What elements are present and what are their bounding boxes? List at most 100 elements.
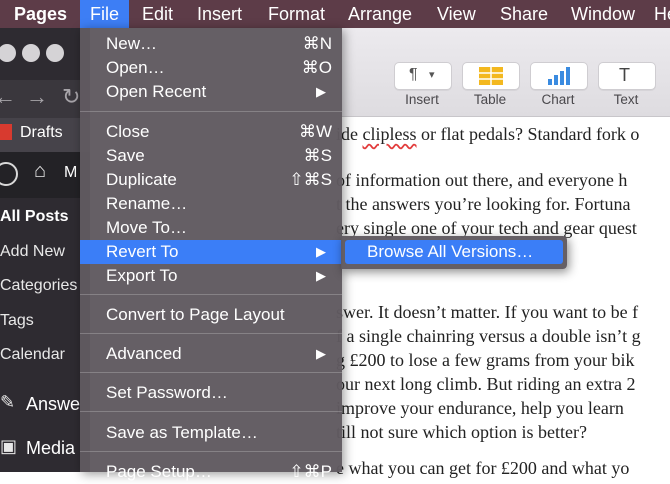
- menu-shortcut: ⌘W: [298, 122, 332, 141]
- table-icon: [479, 67, 503, 85]
- menu-item-save-as-template[interactable]: Save as Template…: [80, 421, 342, 445]
- doc-line: t the answers you’re looking for. Fortun…: [336, 194, 631, 214]
- pages-toolbar: ¶ ▾ Insert Table Chart T Text: [340, 28, 670, 117]
- submenu-arrow-icon: ▶: [316, 244, 326, 259]
- menu-window[interactable]: Window: [571, 3, 635, 25]
- insert-button[interactable]: ¶ ▾: [394, 62, 452, 90]
- chart-label: Chart: [541, 92, 575, 107]
- menu-shortcut: ⌘S: [303, 146, 332, 165]
- chart-icon: [548, 67, 570, 85]
- menu-shortcut: ⌘O: [301, 58, 332, 77]
- menu-item-advanced[interactable]: Advanced ▶: [80, 342, 342, 366]
- menu-item-move-to[interactable]: Move To…: [80, 216, 342, 240]
- sidebar-item-all-posts[interactable]: All Posts: [0, 208, 68, 226]
- doc-line: swer. It doesn’t matter. If you want to …: [336, 302, 639, 322]
- home-icon[interactable]: ⌂: [34, 160, 46, 183]
- menu-separator: [80, 411, 342, 412]
- doc-line: f a single chainring versus a double isn…: [336, 326, 641, 346]
- menu-item-label: Save as Template…: [106, 423, 258, 442]
- menu-item-label: Browse All Versions…: [367, 242, 534, 261]
- sidebar-item-media[interactable]: Media: [26, 438, 75, 459]
- menu-item-browse-all-versions[interactable]: Browse All Versions…: [345, 240, 563, 264]
- doc-line: improve your endurance, help you learn: [336, 398, 624, 418]
- doc-line: g £200 to lose a few grams from your bik: [336, 350, 635, 370]
- minimize-window-icon[interactable]: [22, 44, 40, 62]
- doc-line: till not sure which option is better?: [336, 422, 587, 442]
- sidebar-item-tags[interactable]: Tags: [0, 312, 34, 330]
- submenu-arrow-icon: ▶: [316, 84, 326, 99]
- menu-help[interactable]: He: [654, 3, 670, 25]
- menu-insert[interactable]: Insert: [197, 3, 242, 25]
- menu-item-page-setup[interactable]: Page Setup… ⇧⌘P: [80, 460, 342, 484]
- text-icon: T: [619, 65, 630, 85]
- menu-item-set-password[interactable]: Set Password…: [80, 381, 342, 405]
- sidebar-item-add-new[interactable]: Add New: [0, 243, 65, 261]
- misspelled-word[interactable]: clipless: [363, 124, 417, 144]
- insert-label: Insert: [405, 92, 439, 107]
- menu-item-label: Save: [106, 146, 145, 165]
- file-menu: New… ⌘N Open… ⌘O Open Recent ▶ Close ⌘W …: [80, 28, 342, 481]
- menu-item-revert-to[interactable]: Revert To ▶: [80, 240, 342, 264]
- menu-share[interactable]: Share: [500, 3, 548, 25]
- zoom-window-icon[interactable]: [46, 44, 64, 62]
- submenu-arrow-icon: ▶: [316, 268, 326, 283]
- menu-item-convert-page-layout[interactable]: Convert to Page Layout: [80, 303, 342, 327]
- menu-app-pages[interactable]: Pages: [14, 3, 67, 25]
- menu-item-save[interactable]: Save ⌘S: [80, 144, 342, 168]
- sidebar-item-calendar[interactable]: Calendar: [0, 346, 65, 364]
- menu-item-close[interactable]: Close ⌘W: [80, 120, 342, 144]
- media-icon: ▣: [0, 436, 18, 456]
- menu-item-new[interactable]: New… ⌘N: [80, 32, 342, 56]
- menu-edit[interactable]: Edit: [142, 3, 173, 25]
- doc-line: of information out there, and everyone h: [336, 170, 628, 190]
- menu-separator: [80, 294, 342, 295]
- menu-item-label: Open…: [106, 58, 165, 77]
- doc-line: ide clipless or flat pedals? Standard fo…: [336, 124, 640, 144]
- menu-item-label: Convert to Page Layout: [106, 305, 285, 324]
- reload-icon[interactable]: ↻: [62, 84, 80, 110]
- menu-item-label: Rename…: [106, 194, 188, 213]
- site-name[interactable]: M: [64, 164, 77, 182]
- close-window-icon[interactable]: [0, 44, 16, 62]
- menu-arrange[interactable]: Arrange: [348, 3, 412, 25]
- browser-window: ← → ↻ Drafts ⌂ M All Posts Add New Categ…: [0, 28, 90, 472]
- doc-line: e what you can get for £200 and what yo: [336, 458, 630, 478]
- menu-item-open[interactable]: Open… ⌘O: [80, 56, 342, 80]
- revert-to-submenu: Browse All Versions…: [341, 236, 567, 269]
- chart-button[interactable]: [530, 62, 588, 90]
- menu-item-label: Revert To: [106, 242, 179, 261]
- menu-item-duplicate[interactable]: Duplicate ⇧⌘S: [80, 168, 342, 192]
- gmail-icon: [0, 124, 12, 140]
- menu-shortcut: ⇧⌘P: [289, 462, 332, 481]
- table-button[interactable]: [462, 62, 520, 90]
- menu-separator: [80, 333, 342, 334]
- tab-title: Drafts: [20, 124, 63, 141]
- menu-item-label: Export To: [106, 266, 178, 285]
- forward-arrow-icon[interactable]: →: [26, 84, 48, 110]
- text-button[interactable]: T: [598, 62, 656, 90]
- text-label: Text: [613, 92, 639, 107]
- menu-item-open-recent[interactable]: Open Recent ▶: [80, 80, 342, 104]
- menu-file[interactable]: File: [80, 0, 130, 28]
- menu-item-label: Set Password…: [106, 383, 228, 402]
- paragraph-icon: ¶: [409, 66, 418, 83]
- sidebar-item-categories[interactable]: Categories: [0, 277, 77, 295]
- menu-bar: Pages File Edit Insert Format Arrange Vi…: [0, 0, 670, 28]
- submenu-arrow-icon: ▶: [316, 346, 326, 361]
- sidebar-item-answers[interactable]: Answe: [26, 394, 80, 415]
- document-body[interactable]: ide clipless or flat pedals? Standard fo…: [336, 117, 670, 478]
- doc-line: our next long climb. But riding an extra…: [336, 374, 636, 394]
- menu-item-label: Duplicate: [106, 170, 177, 189]
- table-label: Table: [473, 92, 507, 107]
- back-arrow-icon[interactable]: ←: [0, 84, 16, 110]
- menu-item-rename[interactable]: Rename…: [80, 192, 342, 216]
- menu-item-export-to[interactable]: Export To ▶: [80, 264, 342, 288]
- menu-item-label: Advanced: [106, 344, 182, 363]
- menu-format[interactable]: Format: [268, 3, 325, 25]
- menu-item-label: Open Recent: [106, 82, 207, 101]
- menu-separator: [80, 372, 342, 373]
- menu-item-label: Move To…: [106, 218, 187, 237]
- pin-icon: ✎: [0, 392, 16, 412]
- menu-item-label: New…: [106, 34, 158, 53]
- menu-view[interactable]: View: [437, 3, 476, 25]
